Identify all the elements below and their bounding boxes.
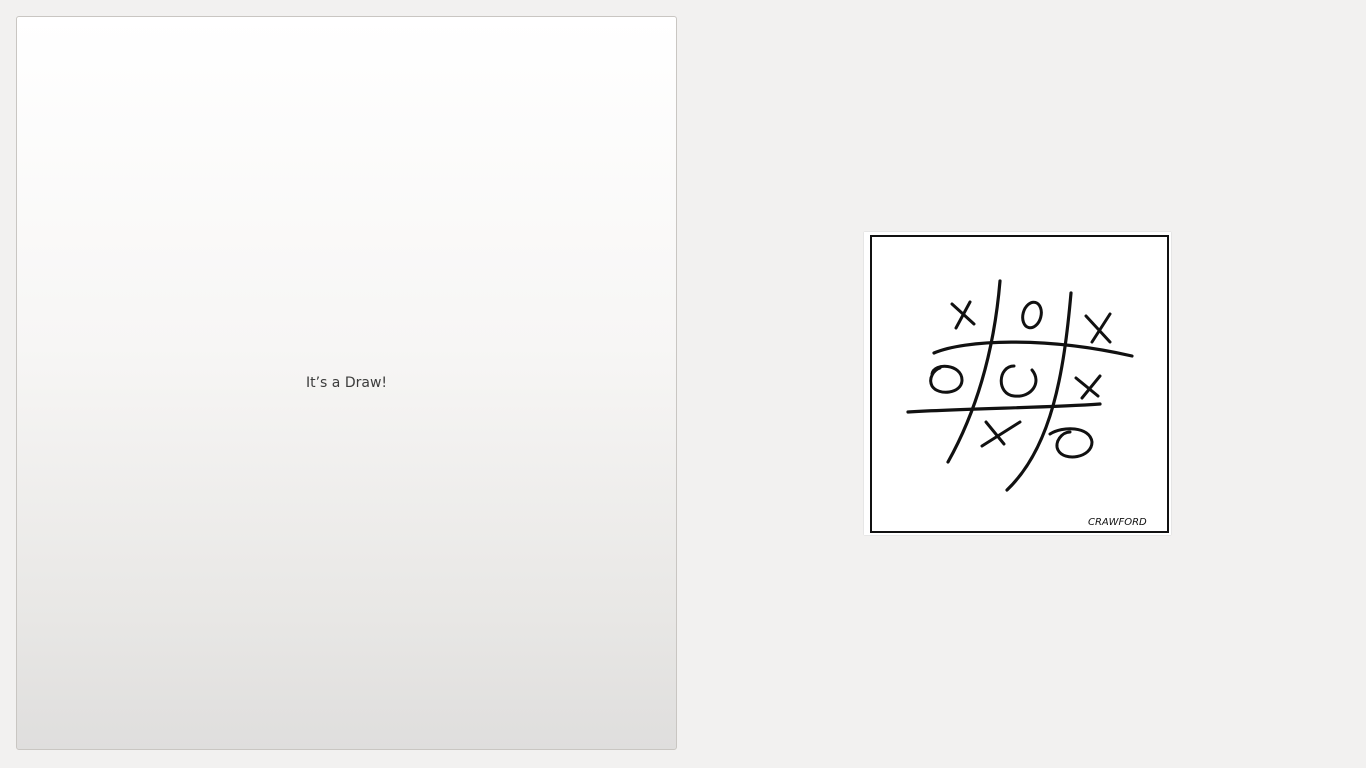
game-result-panel[interactable]: It’s a Draw! bbox=[16, 16, 677, 750]
cartoon-signature: CRAWFORD bbox=[1088, 517, 1147, 528]
tic-tac-toe-cartoon: CRAWFORD bbox=[864, 232, 1171, 535]
game-result-message: It’s a Draw! bbox=[305, 375, 388, 391]
cartoon-frame bbox=[870, 235, 1169, 533]
cartoon-drawing: CRAWFORD bbox=[870, 235, 1169, 533]
